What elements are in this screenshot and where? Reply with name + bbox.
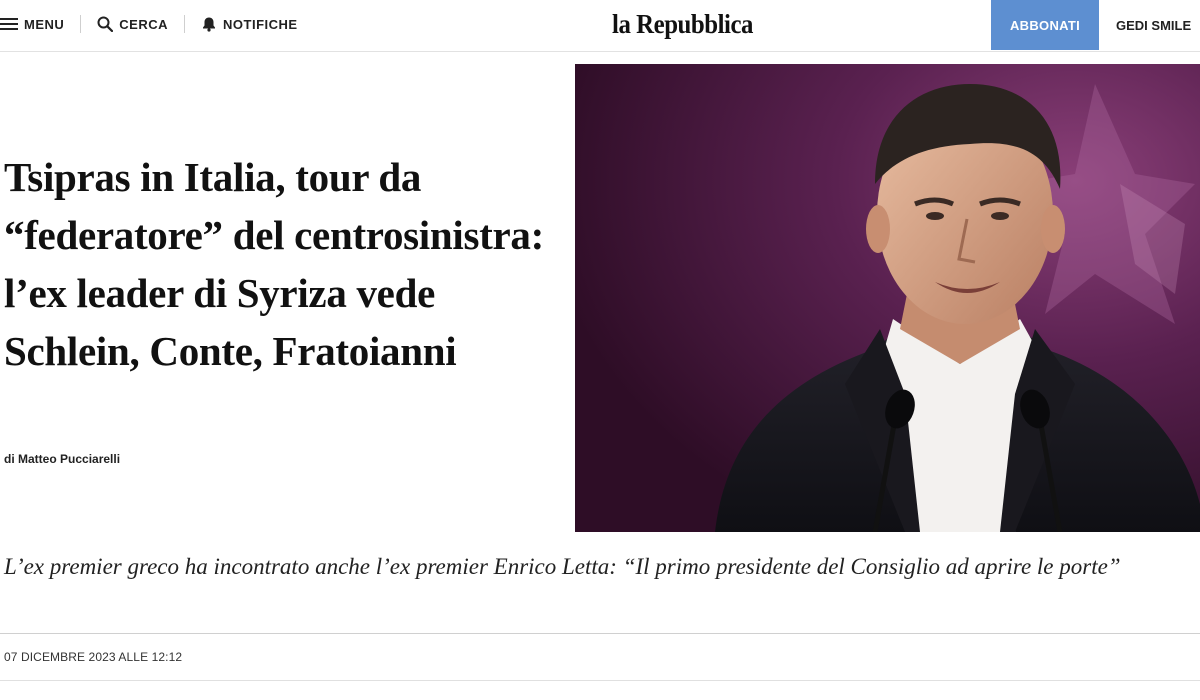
subscribe-button[interactable]: ABBONATI [991,0,1099,50]
article-timestamp: 07 DICEMBRE 2023 ALLE 12:12 [4,650,183,664]
nav-separator [80,15,82,33]
menu-button[interactable]: MENU [0,17,64,32]
notifications-button[interactable]: NOTIFICHE [201,16,298,32]
article-hero-image [575,64,1200,532]
divider [0,633,1200,634]
search-label: CERCA [119,16,169,32]
nav-left-group: MENU CERCA NOTIFICHE [0,0,298,48]
byline-prefix: di [4,452,15,466]
gedi-smile-link[interactable]: GEDI SMILE [1116,0,1191,50]
hamburger-icon [0,17,18,31]
speaker-photo-illustration [575,64,1200,532]
nav-separator [184,15,186,33]
article-subtitle: L’ex premier greco ha incontrato anche l… [4,554,1121,579]
bell-icon [201,16,217,32]
notifications-label: NOTIFICHE [223,16,298,32]
site-logo[interactable]: la Repubblica [612,6,753,42]
byline: di Matteo Pucciarelli [4,452,120,466]
search-button[interactable]: CERCA [97,16,168,32]
author-link[interactable]: Matteo Pucciarelli [18,452,120,466]
search-icon [97,16,114,32]
divider [0,680,1200,681]
menu-label: MENU [24,16,65,32]
article-headline: Tsipras in Italia, tour da “federatore” … [4,154,544,374]
top-navigation-bar: MENU CERCA NOTIFICHE la Repubblica ABBON… [0,0,1200,52]
